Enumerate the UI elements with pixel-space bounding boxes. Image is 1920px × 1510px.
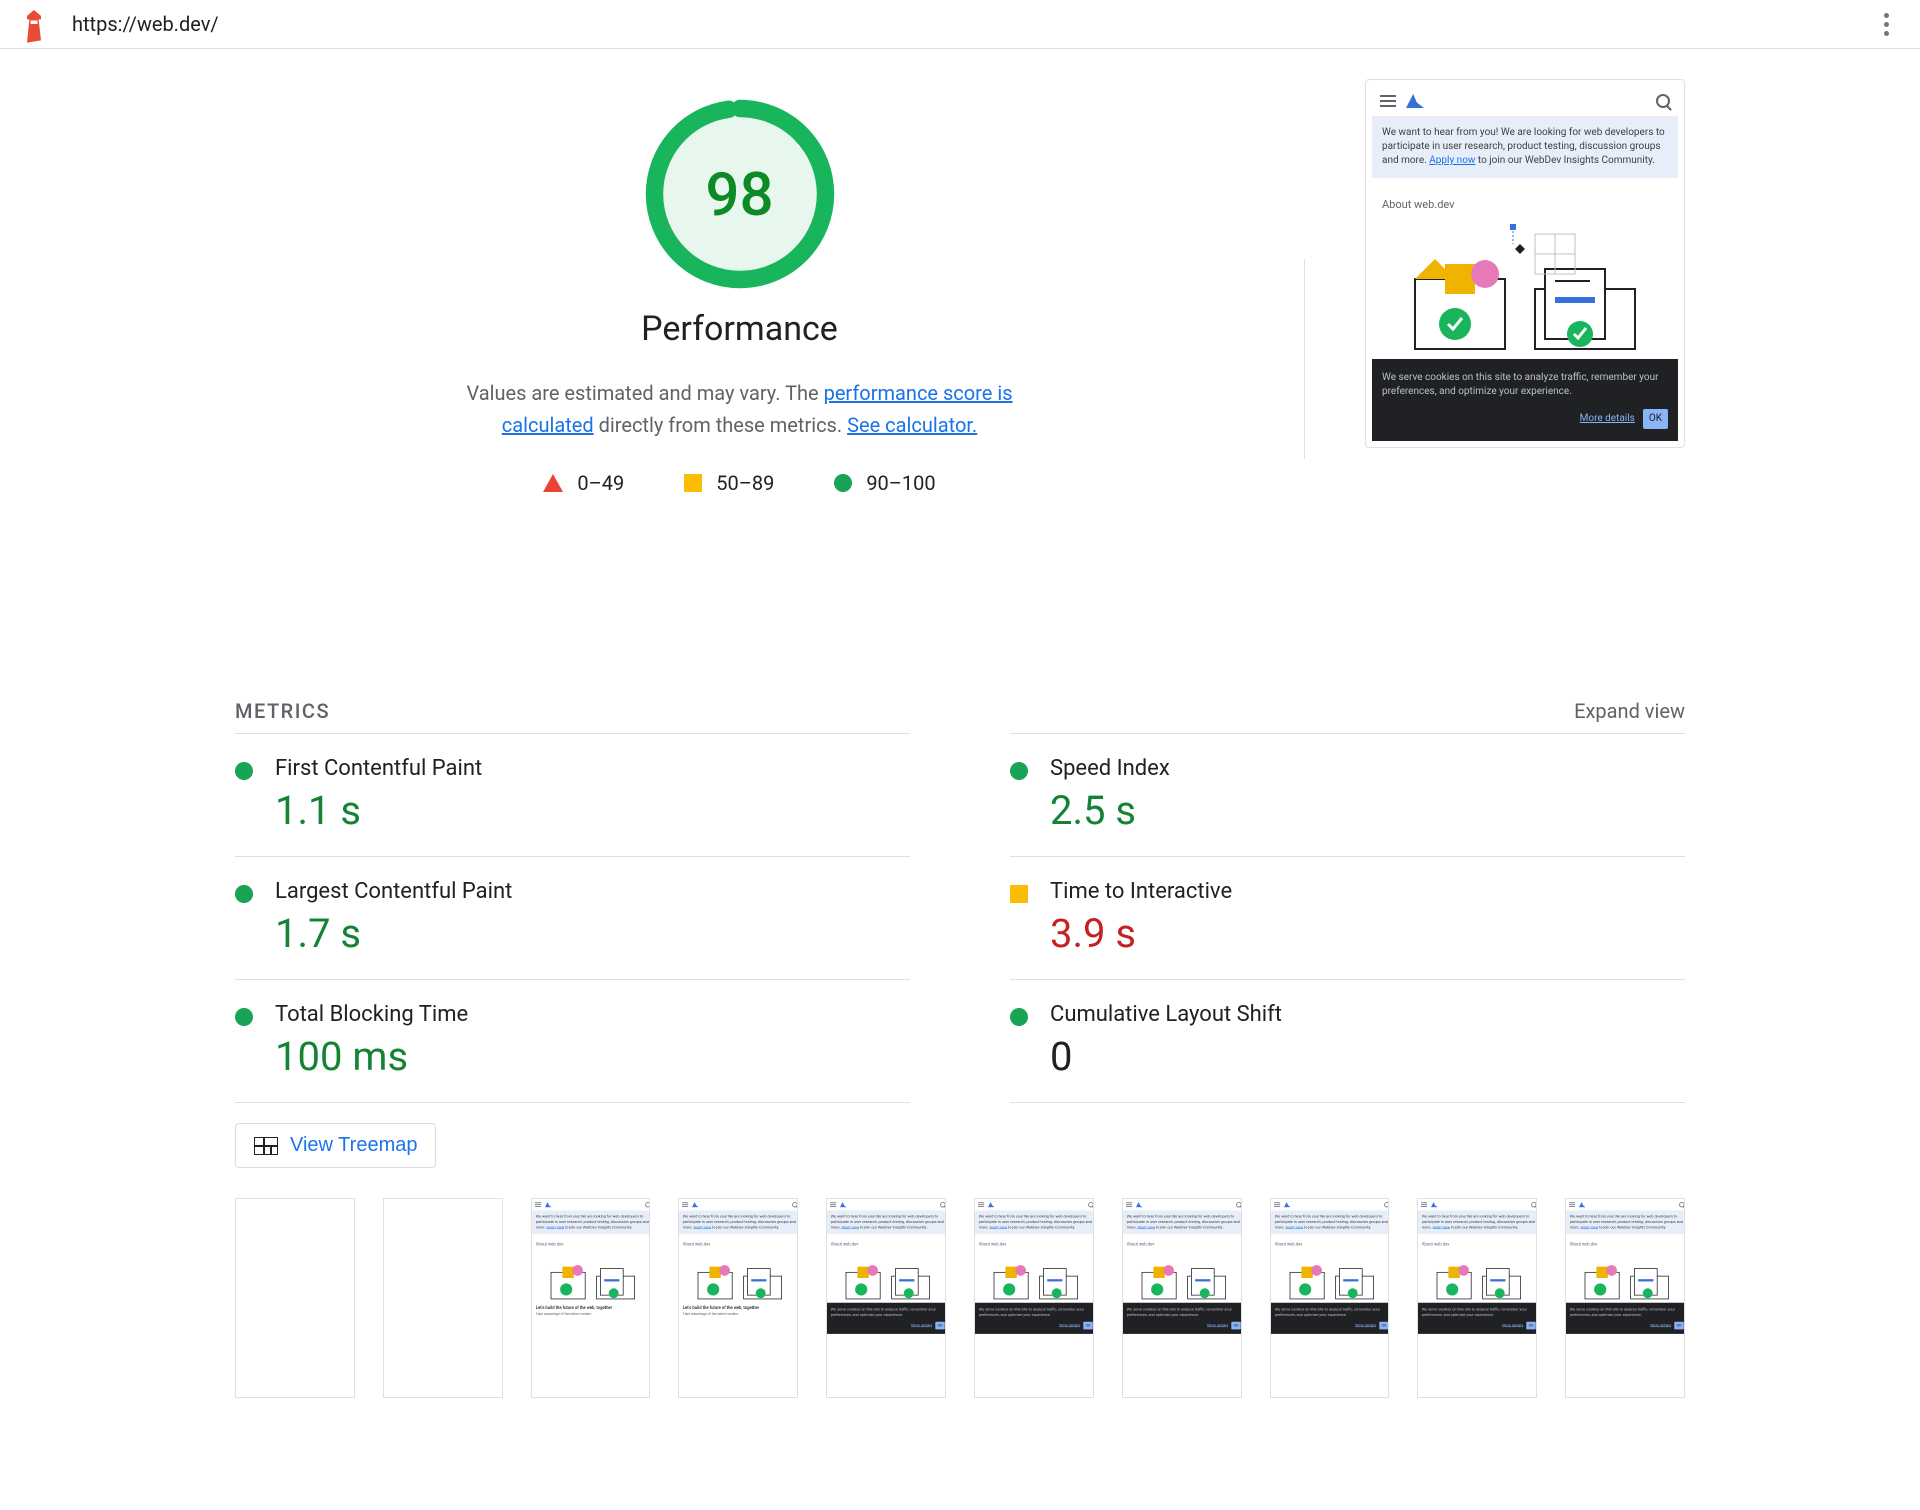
page-url: https://web.dev/ [72,12,1872,36]
more-menu-button[interactable] [1872,10,1900,38]
triangle-icon [543,474,563,492]
metric-row: Cumulative Layout Shift 0 [1010,979,1685,1103]
metrics-heading: METRICS [235,699,330,723]
filmstrip-frame[interactable]: We want to hear from you! We are looking… [826,1198,946,1398]
metric-status-icon [235,885,253,903]
filmstrip-frame[interactable]: We want to hear from you! We are looking… [974,1198,1094,1398]
top-bar: https://web.dev/ [0,0,1920,49]
legend-pass: 90–100 [834,471,935,495]
legend-range-pass: 90–100 [866,471,935,495]
lighthouse-icon [20,10,48,38]
metric-value: 1.1 s [275,787,910,834]
metric-name: Cumulative Layout Shift [1050,1002,1685,1027]
metric-status-icon [235,762,253,780]
legend-range-fail: 0–49 [577,471,624,495]
score-gauge-section: 98 Performance Values are estimated and … [235,79,1244,639]
metric-name: Speed Index [1050,756,1685,781]
legend-range-avg: 50–89 [716,471,774,495]
search-icon [1656,94,1670,108]
metric-status-icon [235,1008,253,1026]
treemap-icon [254,1137,278,1155]
metric-name: Largest Contentful Paint [275,879,910,904]
metric-value: 1.7 s [275,910,910,957]
gauge-desc-text-2: directly from these metrics. [594,413,847,437]
preview-ok-button: OK [1643,409,1668,429]
performance-gauge: 98 [645,99,835,289]
metric-status-icon [1010,1008,1028,1026]
filmstrip-frame[interactable]: We want to hear from you! We are looking… [531,1198,651,1398]
metric-row: First Contentful Paint 1.1 s [235,733,910,856]
site-logo-icon [1406,94,1424,108]
metric-name: Time to Interactive [1050,879,1685,904]
view-treemap-button[interactable]: View Treemap [235,1123,436,1168]
preview-illustration [1372,219,1678,359]
filmstrip-frame[interactable]: We want to hear from you! We are looking… [1565,1198,1685,1398]
metric-value: 2.5 s [1050,787,1685,834]
filmstrip-frame[interactable] [235,1198,355,1398]
metric-row: Speed Index 2.5 s [1010,733,1685,856]
metric-row: Total Blocking Time 100 ms [235,979,910,1103]
metric-status-icon [1010,885,1028,903]
expand-view-toggle[interactable]: Expand view [1574,699,1685,723]
metric-name: First Contentful Paint [275,756,910,781]
circle-icon [834,474,852,492]
gauge-desc-text: Values are estimated and may vary. The [466,381,823,405]
metric-row: Largest Contentful Paint 1.7 s [235,856,910,979]
page-screenshot: We want to hear from you! We are looking… [1365,79,1685,639]
metric-status-icon [1010,762,1028,780]
filmstrip-frame[interactable]: We want to hear from you! We are looking… [1122,1198,1242,1398]
metric-value: 100 ms [275,1033,910,1080]
vertical-divider [1304,259,1305,459]
filmstrip-frame[interactable]: We want to hear from you! We are looking… [678,1198,798,1398]
hamburger-icon [1380,95,1396,107]
filmstrip-frame[interactable]: We want to hear from you! We are looking… [1417,1198,1537,1398]
score-legend: 0–49 50–89 90–100 [543,471,935,495]
preview-more-details-link: More details [1580,412,1635,426]
square-icon [684,474,702,492]
preview-cookie-banner: We serve cookies on this site to analyze… [1372,359,1678,441]
filmstrip-frame[interactable]: We want to hear from you! We are looking… [1270,1198,1390,1398]
legend-average: 50–89 [684,471,774,495]
filmstrip-frame[interactable] [383,1198,503,1398]
metric-value: 0 [1050,1033,1685,1080]
report-body: 98 Performance Values are estimated and … [175,49,1745,1428]
gauge-description: Values are estimated and may vary. The p… [430,377,1050,441]
preview-banner: We want to hear from you! We are looking… [1372,116,1678,178]
preview-about-label: About web.dev [1372,178,1678,219]
metrics-grid: First Contentful Paint 1.1 s Speed Index 2.… [235,733,1685,1103]
metric-value: 3.9 s [1050,910,1685,957]
see-calculator-link[interactable]: See calculator. [847,413,977,437]
metric-name: Total Blocking Time [275,1002,910,1027]
gauge-score: 98 [645,99,835,289]
filmstrip: We want to hear from you! We are looking… [235,1198,1685,1398]
treemap-label: View Treemap [290,1134,417,1157]
metric-row: Time to Interactive 3.9 s [1010,856,1685,979]
legend-fail: 0–49 [543,471,624,495]
gauge-title: Performance [641,309,838,349]
